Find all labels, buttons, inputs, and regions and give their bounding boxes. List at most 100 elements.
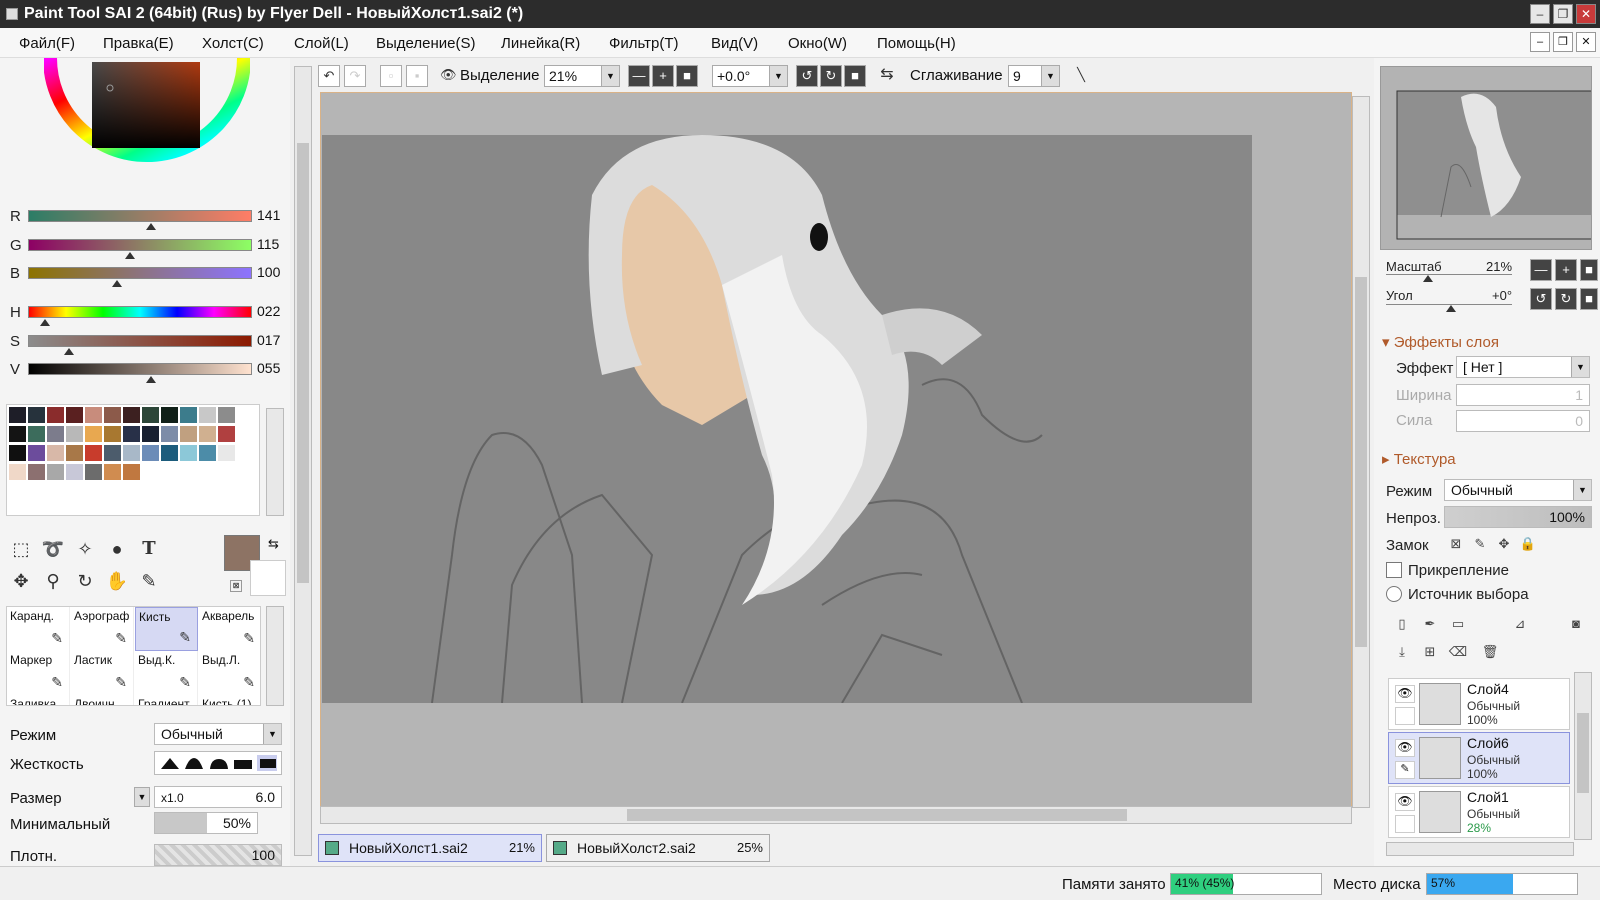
color-swatch[interactable]: [104, 464, 121, 480]
brush-gradient[interactable]: Градиент✎: [135, 695, 198, 705]
navigator-zoom-thumb[interactable]: [1423, 275, 1433, 282]
slider-h-thumb[interactable]: [40, 319, 50, 326]
color-swatch[interactable]: [66, 464, 83, 480]
layers-scrollbar[interactable]: [1574, 672, 1592, 840]
color-swatch[interactable]: [218, 445, 235, 461]
brush-scrollbar[interactable]: [266, 606, 284, 706]
navigator-preview[interactable]: [1380, 66, 1594, 250]
merge-down-icon[interactable]: ⤓: [1392, 642, 1412, 662]
lock-move-icon[interactable]: ✥: [1494, 534, 1514, 554]
visibility-eye-icon[interactable]: 👁: [1395, 739, 1415, 757]
layers-hscrollbar[interactable]: [1386, 842, 1574, 856]
color-swatch[interactable]: [47, 464, 64, 480]
color-swatch[interactable]: [161, 407, 178, 423]
slider-s[interactable]: S 017: [8, 331, 288, 355]
min-size-field[interactable]: 50%: [154, 812, 258, 834]
color-swatch[interactable]: [28, 426, 45, 442]
color-swatch[interactable]: [47, 426, 64, 442]
flip-horizontal-icon[interactable]: ⇆: [876, 65, 898, 87]
canvas-vscrollbar[interactable]: [1352, 96, 1370, 808]
rotate-icon[interactable]: ↻: [72, 568, 98, 594]
color-swatch[interactable]: [161, 445, 178, 461]
hand-icon[interactable]: ✋: [104, 568, 130, 594]
color-swatch[interactable]: [9, 407, 26, 423]
navigator-zoom-in-icon[interactable]: +: [1555, 259, 1577, 281]
navigator-zoom-out-icon[interactable]: —: [1530, 259, 1552, 281]
text-tool-icon[interactable]: T: [136, 536, 162, 562]
hardness-5-icon[interactable]: [256, 755, 278, 771]
left-panel-scrollbar[interactable]: [294, 66, 312, 856]
rotate-left-icon[interactable]: ↺: [796, 65, 818, 87]
layer-mask-icon[interactable]: ◙: [1566, 614, 1586, 634]
slider-g[interactable]: G 115: [8, 235, 288, 259]
lock-transparency-icon[interactable]: ⊠: [1446, 534, 1466, 554]
color-wheel[interactable]: [44, 58, 250, 198]
left-panel-scroll-thumb[interactable]: [297, 143, 309, 583]
tab-document-1[interactable]: НовыйХолст1.sai2 21%: [318, 834, 542, 862]
density-field[interactable]: 100: [154, 844, 282, 866]
color-swatch[interactable]: [28, 464, 45, 480]
secondary-color[interactable]: [250, 560, 286, 596]
hardness-3-icon[interactable]: [208, 755, 228, 771]
navigator-rotate-reset-icon[interactable]: ■: [1580, 288, 1598, 310]
hardness-selector[interactable]: [154, 751, 282, 775]
rotate-right-icon[interactable]: ↻: [820, 65, 842, 87]
zoom-select[interactable]: 21% ▼: [544, 65, 620, 87]
minimize-button[interactable]: –: [1530, 4, 1550, 24]
color-swatch[interactable]: [123, 464, 140, 480]
color-swatch[interactable]: [180, 445, 197, 461]
slider-b-thumb[interactable]: [112, 280, 122, 287]
slider-v[interactable]: V 055: [8, 359, 288, 383]
color-swatch[interactable]: [123, 426, 140, 442]
eyedropper-icon[interactable]: ✎: [136, 568, 162, 594]
color-swatch[interactable]: [66, 445, 83, 461]
lasso-icon[interactable]: ➰: [40, 536, 66, 562]
slider-s-thumb[interactable]: [64, 348, 74, 355]
stabilizer-line-icon[interactable]: ╲: [1070, 65, 1092, 87]
slider-b-track[interactable]: [28, 267, 252, 279]
layer-opacity-field[interactable]: 100%: [1444, 506, 1592, 528]
menu-help[interactable]: Помощь(H): [877, 35, 956, 52]
color-swatch[interactable]: [180, 407, 197, 423]
menu-ruler[interactable]: Линейка(R): [501, 35, 580, 52]
new-folder-icon[interactable]: ▭: [1448, 614, 1468, 634]
lock-all-icon[interactable]: 🔒: [1518, 534, 1538, 554]
brush-brush[interactable]: Кисть ✎: [135, 607, 198, 651]
zoom-reset-icon[interactable]: ■: [676, 65, 698, 87]
new-layer-icon[interactable]: ▯: [1392, 614, 1412, 634]
color-swatch[interactable]: [9, 464, 26, 480]
hardness-4-icon[interactable]: [232, 755, 253, 771]
canvas-vscroll-thumb[interactable]: [1355, 277, 1367, 647]
doc-restore-button[interactable]: ❐: [1553, 32, 1573, 52]
color-swatch[interactable]: [85, 445, 102, 461]
swatch-scrollbar[interactable]: [266, 408, 284, 516]
brush-select-pen[interactable]: Выд.К. ✎: [135, 651, 198, 695]
color-swatch[interactable]: [9, 445, 26, 461]
slider-r-track[interactable]: [28, 210, 252, 222]
texture-header[interactable]: ▸ Текстура: [1382, 450, 1456, 468]
color-swatch[interactable]: [85, 426, 102, 442]
menu-canvas[interactable]: Холст(C): [202, 35, 264, 52]
layer-effects-header[interactable]: ▾ Эффекты слоя: [1382, 333, 1499, 351]
transparent-color-icon[interactable]: ⊠: [230, 580, 242, 592]
new-vector-layer-icon[interactable]: ✒: [1420, 614, 1440, 634]
visibility-eye-icon[interactable]: 👁: [1395, 793, 1415, 811]
rect-select-icon[interactable]: ⬚: [8, 536, 34, 562]
brush-mode-select[interactable]: Обычный ▼: [154, 723, 282, 745]
smoothing-select[interactable]: 9 ▼: [1008, 65, 1060, 87]
slider-r-thumb[interactable]: [146, 223, 156, 230]
color-swatch[interactable]: [85, 464, 102, 480]
color-swatch[interactable]: [123, 445, 140, 461]
slider-h-track[interactable]: [28, 306, 252, 318]
zoom-icon[interactable]: ⚲: [40, 568, 66, 594]
color-swatch[interactable]: [9, 426, 26, 442]
navigator-zoom-reset-icon[interactable]: ■: [1580, 259, 1598, 281]
effect-select[interactable]: [ Нет ] ▼: [1456, 356, 1590, 378]
rotate-reset-icon[interactable]: ■: [844, 65, 866, 87]
layer-edit-icon[interactable]: [1395, 707, 1415, 725]
brush-binary[interactable]: Двоичн.✎: [71, 695, 134, 705]
layer-row[interactable]: 👁 Слой4 Обычный 100%: [1388, 678, 1570, 730]
deselect-icon[interactable]: ▫: [380, 65, 402, 87]
doc-close-button[interactable]: ✕: [1576, 32, 1596, 52]
color-swatch[interactable]: [28, 445, 45, 461]
